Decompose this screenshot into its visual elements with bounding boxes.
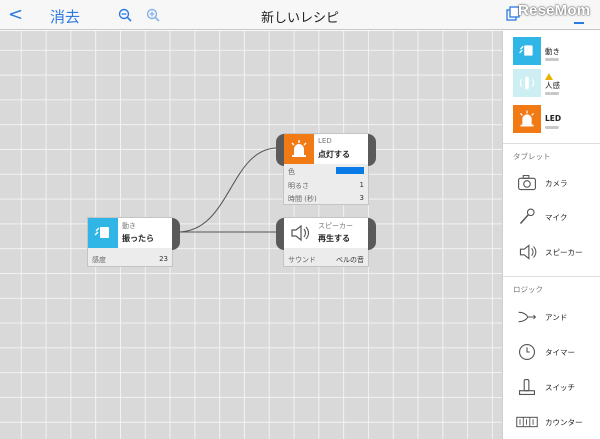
node-body: 感度 23 [88, 248, 172, 266]
led-alarm-icon [284, 134, 314, 164]
timer-icon [513, 338, 541, 366]
color-swatch[interactable] [336, 167, 364, 174]
and-logic-icon [513, 303, 541, 331]
human-sensor-icon [513, 69, 541, 97]
divider [503, 143, 600, 144]
row-label: サウンド [288, 256, 316, 264]
divider [503, 276, 600, 277]
status-bar [545, 126, 559, 129]
palette-label: カメラ [545, 179, 568, 188]
output-port[interactable] [368, 134, 376, 166]
output-port[interactable] [368, 218, 376, 250]
warning-icon [545, 73, 553, 80]
node-header: 動き 振ったら [88, 218, 172, 252]
connection-lines [177, 147, 277, 233]
camera-icon [513, 169, 541, 197]
node-body: 色 明るさ 1 時間 (秒) 3 [284, 164, 368, 204]
menu-indicator [574, 22, 584, 24]
palette-item-camera[interactable]: カメラ [503, 167, 600, 203]
palette-item-microphone[interactable]: マイク [503, 201, 600, 237]
node-name: 振ったら [122, 234, 154, 243]
node-body: サウンド ベルの音 [284, 248, 368, 266]
motion-icon [88, 218, 118, 248]
node-row: 感度 23 [92, 255, 168, 265]
palette-item-and[interactable]: アンド [503, 301, 600, 337]
palette-label: アンド [545, 313, 568, 322]
palette-label: タイマー [545, 348, 575, 357]
status-bar [545, 58, 559, 61]
row-label: 明るさ [288, 182, 309, 190]
row-label: 色 [288, 168, 295, 176]
speaker-action-node[interactable]: スピーカー 再生する サウンド ベルの音 [276, 217, 376, 267]
row-value[interactable]: ベルの音 [336, 255, 364, 265]
palette-item-human-sensor[interactable]: 人感 ? [503, 67, 600, 103]
node-row: 色 [288, 167, 364, 177]
palette-label: スピーカー [545, 248, 583, 257]
input-port[interactable] [276, 218, 284, 250]
motion-trigger-node[interactable]: 動き 振ったら 感度 23 [87, 217, 180, 267]
node-name: 点灯する [318, 150, 350, 159]
row-label: 時間 (秒) [288, 195, 317, 203]
palette-label: 人感 [545, 81, 560, 90]
palette-label: スイッチ [545, 383, 575, 392]
node-category: 動き [122, 222, 136, 230]
switch-icon [513, 373, 541, 401]
input-port[interactable] [276, 134, 284, 166]
node-name: 再生する [318, 234, 350, 243]
speaker-icon [284, 218, 314, 248]
node-header: LED 点灯する [284, 134, 368, 168]
row-label: 感度 [92, 256, 106, 264]
node-row: サウンド ベルの音 [288, 255, 364, 265]
palette-item-led[interactable]: LED [503, 103, 600, 139]
row-value[interactable]: 3 [360, 194, 364, 202]
led-alarm-icon [513, 105, 541, 133]
watermark-logo: ReseMom [518, 2, 591, 19]
palette-item-timer[interactable]: タイマー [503, 336, 600, 372]
node-row: 時間 (秒) 3 [288, 194, 364, 204]
led-action-node[interactable]: LED 点灯する 色 明るさ 1 時間 (秒) 3 [276, 133, 376, 205]
output-port[interactable] [172, 218, 180, 250]
row-value[interactable]: 1 [360, 181, 364, 189]
row-value[interactable]: 23 [159, 255, 168, 263]
palette-item-switch[interactable]: スイッチ [503, 371, 600, 407]
section-header-logic: ロジック [513, 285, 543, 294]
palette-item-motion[interactable]: 動き [503, 35, 600, 71]
status-bar [545, 92, 559, 95]
palette-label: マイク [545, 213, 568, 222]
block-palette: 動き 人感 ? LED タブレット カメラ マイク スピーカー ロジック アンド… [502, 31, 600, 439]
node-category: LED [318, 137, 332, 145]
status-badge: ? [549, 90, 552, 96]
node-row: 明るさ 1 [288, 181, 364, 191]
speaker-icon [513, 238, 541, 266]
node-category: スピーカー [318, 222, 353, 230]
palette-label: 動き [545, 47, 560, 56]
section-header-tablet: タブレット [513, 152, 551, 161]
motion-icon [513, 37, 541, 65]
palette-item-counter[interactable]: カウンター [503, 406, 600, 439]
node-header: スピーカー 再生する [284, 218, 368, 252]
palette-label: カウンター [545, 418, 583, 427]
microphone-icon [513, 203, 541, 231]
palette-item-speaker[interactable]: スピーカー [503, 236, 600, 272]
counter-icon [513, 408, 541, 436]
palette-label: LED [545, 114, 562, 123]
